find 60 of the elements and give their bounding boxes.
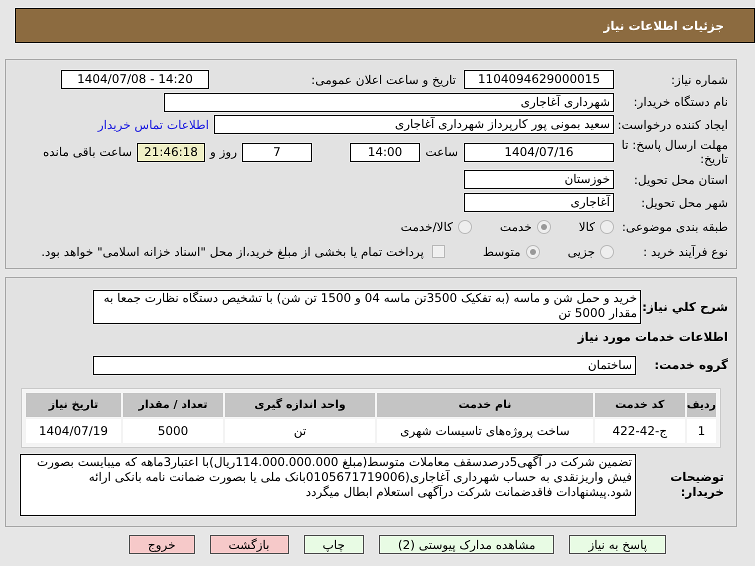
field-label: شماره نیاز:	[671, 72, 728, 88]
checkbox-label: پرداخت تمام یا بخشی از مبلغ خرید،از محل "اسناد خزانه اسلامی" خواهد بود.	[41, 244, 424, 260]
field-label: نوع فرآیند خرید :	[643, 244, 728, 260]
buyer-contact-link[interactable]: اطلاعات تماس خریدار	[98, 116, 209, 134]
column-header: واحد اندازه گیری	[225, 393, 375, 417]
table-cell: 1	[686, 419, 716, 443]
text-field[interactable]: شهرداری آغاجاری	[164, 92, 614, 112]
field-label: استان محل تحویل:	[634, 172, 728, 188]
table-cell: ساخت پروژه‌های تاسیسات شهری	[377, 419, 593, 443]
text-field[interactable]: ساختمان	[93, 356, 636, 374]
time-label: ساعت	[424, 144, 458, 161]
radio-button[interactable]	[536, 220, 551, 234]
radio-label: کالا	[578, 218, 595, 236]
field-label: شرح کلي نیاز:	[642, 299, 728, 316]
action-button[interactable]: مشاهده مدارک پیوستی (2)	[378, 535, 554, 554]
radio-label: خدمت	[500, 218, 532, 236]
action-button[interactable]: بازگشت	[210, 535, 288, 554]
text-field[interactable]: 14:00	[350, 142, 420, 162]
radio-button[interactable]	[458, 220, 472, 234]
table-cell: ج-42-422	[594, 419, 685, 443]
field-label: نام دستگاه خریدار:	[634, 94, 728, 111]
action-button[interactable]: پاسخ به نیاز	[569, 535, 666, 554]
column-header: تاریخ نیاز	[26, 393, 121, 417]
table-cell: 1404/07/19	[26, 419, 121, 443]
radio-button[interactable]	[600, 220, 614, 234]
radio-label: جزیی	[568, 244, 595, 260]
section-heading: اطلاعات خدمات مورد نیاز	[578, 329, 728, 346]
field-label: ایجاد کننده درخواست:	[617, 116, 728, 134]
text-field[interactable]: 7	[242, 142, 312, 162]
field-label: گروه خدمت:	[654, 357, 728, 374]
text-field[interactable]: 21:46:18	[137, 142, 205, 162]
description-textarea[interactable]: خرید و حمل شن و ماسه (به تفکیک 3500تن ماسه 04 و 1500 تن شن) با تشخیص دستگاه نظارت جمعا به مقدار 5000 تن	[93, 290, 641, 324]
field-label: توضیحات خریدار:	[669, 470, 724, 500]
text-field[interactable]: 1404/07/08 - 14:20	[61, 70, 209, 89]
field-label: شهر محل تحویل:	[641, 194, 728, 212]
table-cell: تن	[225, 419, 375, 443]
radio-label: کالا/خدمت	[400, 218, 453, 236]
page-title: جزئیات اطلاعات نیاز	[603, 18, 724, 34]
text-field[interactable]: 1404/07/16	[464, 142, 614, 162]
table-cell: 5000	[123, 419, 223, 443]
text-field[interactable]: خوزستان	[464, 170, 614, 189]
remaining-label: ساعت باقی مانده	[42, 144, 132, 161]
radio-button[interactable]	[600, 244, 614, 258]
action-button[interactable]: چاپ	[304, 535, 364, 554]
text-field[interactable]: 1104094629000015	[464, 70, 614, 89]
column-header: ردیف	[686, 393, 716, 417]
radio-button[interactable]	[526, 244, 540, 258]
checkbox[interactable]	[432, 245, 445, 258]
column-header: تعداد / مقدار	[123, 393, 223, 417]
text-field[interactable]: سعید بمونی پور کارپرداز شهرداری آغاجاری	[214, 115, 614, 134]
buyer-notes-textarea[interactable]: تضمین شرکت در آگهی5درصدسقف معاملات متوسط(مبلغ 114.000.000.000ریال)با اعتبار3ماهه که میبایست بصورت فیش واریزنقدی به حساب شهرداری آغاجاری(0105671719006بانک ملی یا بصورت ضمانت نامه بانکی ارائه شود.پیشنهادات فاقدضمانت شرکت درآگهی استعلام ابطال میگردد	[20, 454, 636, 516]
field-label: تاریخ و ساعت اعلان عمومی:	[311, 72, 456, 88]
days-label: روز و	[210, 144, 237, 161]
field-label: طبقه بندی موضوعی:	[622, 218, 728, 236]
text-field[interactable]: آغاجاری	[464, 193, 614, 212]
column-header: کد خدمت	[594, 393, 685, 417]
action-button[interactable]: خروج	[128, 535, 194, 554]
radio-label: متوسط	[482, 244, 521, 260]
field-label: مهلت ارسال پاسخ: تا تاریخ:	[620, 138, 728, 166]
column-header: نام خدمت	[377, 393, 593, 417]
